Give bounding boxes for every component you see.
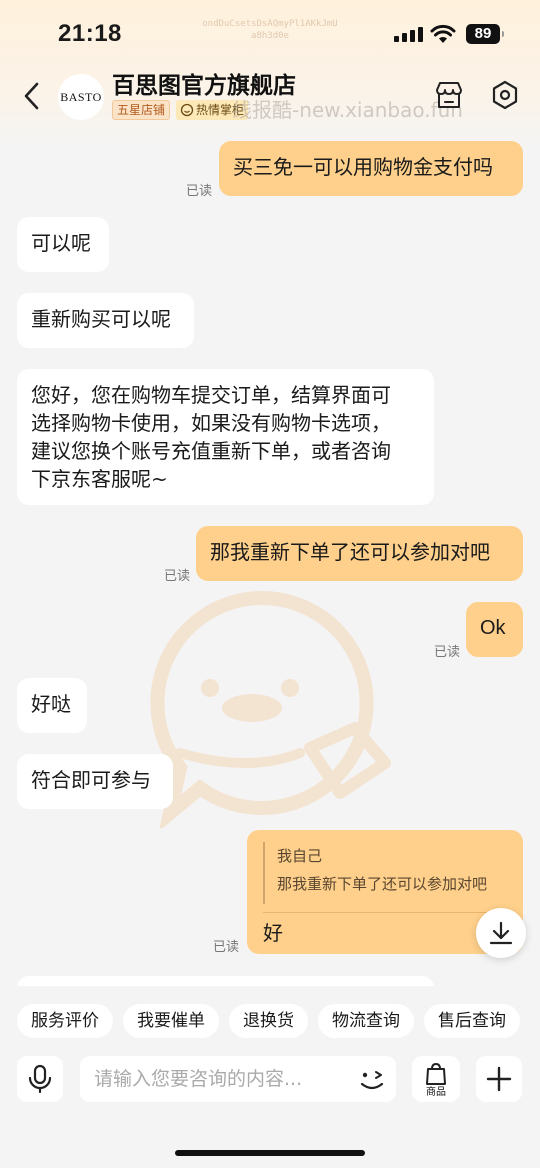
message-text: 重新购买可以呢 xyxy=(31,307,171,331)
message-bubble-incoming[interactable]: 符合即可参与 xyxy=(17,754,173,809)
message-bubble-outgoing[interactable]: 那我重新下单了还可以参加对吧 xyxy=(196,526,523,581)
quote-author: 我自己 xyxy=(277,847,323,865)
smile-badge-icon xyxy=(180,103,194,117)
status-bar: 21:18 ondDuCsetsDsAQmyPl1AKkJmU a8h3d0e … xyxy=(0,0,540,70)
message-line: 您好，您在购物车提交订单，结算界面可 xyxy=(31,383,391,407)
mascot-watermark-icon xyxy=(150,590,391,828)
emoji-icon[interactable] xyxy=(356,1064,388,1096)
message-bubble-outgoing[interactable]: Ok xyxy=(466,602,523,657)
message-line: 下京东客服呢~ xyxy=(31,467,168,491)
read-receipt: 已读 xyxy=(434,645,461,660)
voice-input-button[interactable] xyxy=(17,1056,63,1102)
home-indicator[interactable] xyxy=(175,1150,365,1156)
store-icon[interactable] xyxy=(432,78,466,112)
download-arrow-icon xyxy=(489,921,513,945)
input-bar: 请输入您要咨询的内容... 商品 xyxy=(0,1050,540,1168)
read-receipt: 已读 xyxy=(213,940,240,955)
quote-text: 那我重新下单了还可以参加对吧 xyxy=(277,875,488,893)
back-button[interactable] xyxy=(14,76,50,116)
status-time: 21:18 xyxy=(58,20,122,47)
trace-id: ondDuCsetsDsAQmyPl1AKkJmU a8h3d0e xyxy=(200,18,340,42)
quick-action-logistics[interactable]: 物流查询 xyxy=(318,1004,414,1038)
quick-actions-bar: 服务评价 我要催单 退换货 物流查询 售后查询 xyxy=(0,986,540,1050)
read-receipt: 已读 xyxy=(186,184,213,199)
trace-id-line-1: ondDuCsetsDsAQmyPl1AKkJmU xyxy=(202,19,338,29)
chat-message-list[interactable]: 买三免一可以用购物金支付吗 已读 可以呢 重新购买可以呢 您好，您在购物车提交订… xyxy=(0,128,540,986)
trace-id-line-2: a8h3d0e xyxy=(251,31,289,41)
cellular-signal-icon xyxy=(394,27,423,42)
wifi-icon xyxy=(430,24,456,43)
quoted-message[interactable]: 我自己 那我重新下单了还可以参加对吧 xyxy=(263,842,507,904)
message-text: 好 xyxy=(263,921,283,945)
quick-action-after-sales[interactable]: 售后查询 xyxy=(424,1004,520,1038)
more-options-button[interactable] xyxy=(476,1056,522,1102)
five-star-shop-badge: 五星店铺 xyxy=(112,100,171,120)
shop-avatar[interactable]: BASTO xyxy=(58,74,104,120)
message-text: 好哒 xyxy=(31,692,71,716)
quick-action-service-review[interactable]: 服务评价 xyxy=(17,1004,113,1038)
watermark-text: 线报酷-new.xianbao.fun xyxy=(232,98,463,122)
message-line: 建议您换个账号充值重新下单，或者咨询 xyxy=(31,439,391,463)
message-bubble-incoming[interactable]: 您好，您在购物车提交订单，结算界面可 选择购物卡使用，如果没有购物卡选项， 建议… xyxy=(17,369,434,505)
message-bubble-incoming[interactable]: 可以呢 xyxy=(17,217,109,272)
message-input[interactable]: 请输入您要咨询的内容... xyxy=(80,1056,396,1102)
chat-header: BASTO 百思图官方旗舰店 五星店铺 热情掌柜 线报酷-new.xianbao… xyxy=(0,62,540,128)
message-text: 符合即可参与 xyxy=(31,768,151,792)
scroll-to-bottom-button[interactable] xyxy=(476,908,526,958)
message-text: Ok xyxy=(480,617,506,639)
message-text: 买三免一可以用购物金支付吗 xyxy=(233,155,493,179)
message-text: 可以呢 xyxy=(31,231,91,255)
message-bubble-incoming[interactable]: 好哒 xyxy=(17,678,87,733)
goods-label: 商品 xyxy=(426,1086,446,1098)
message-bubble-incoming[interactable]: 重新购买可以呢 xyxy=(17,293,194,348)
message-text: 那我重新下单了还可以参加对吧 xyxy=(210,540,490,564)
quote-divider xyxy=(263,912,507,913)
plus-icon xyxy=(486,1066,512,1092)
message-bubble-incoming-partial[interactable] xyxy=(17,976,434,986)
message-line: 选择购物卡使用，如果没有购物卡选项， xyxy=(31,411,391,435)
goods-button[interactable]: 商品 xyxy=(412,1056,460,1102)
message-bubble-outgoing[interactable]: 买三免一可以用购物金支付吗 xyxy=(219,141,523,196)
battery-icon: 89 xyxy=(466,24,504,44)
microphone-icon xyxy=(28,1064,52,1094)
quick-action-return-exchange[interactable]: 退换货 xyxy=(229,1004,308,1038)
shop-badges: 五星店铺 热情掌柜 xyxy=(112,100,249,120)
read-receipt: 已读 xyxy=(164,569,191,584)
settings-icon[interactable] xyxy=(488,78,522,112)
quick-action-urge-order[interactable]: 我要催单 xyxy=(123,1004,219,1038)
